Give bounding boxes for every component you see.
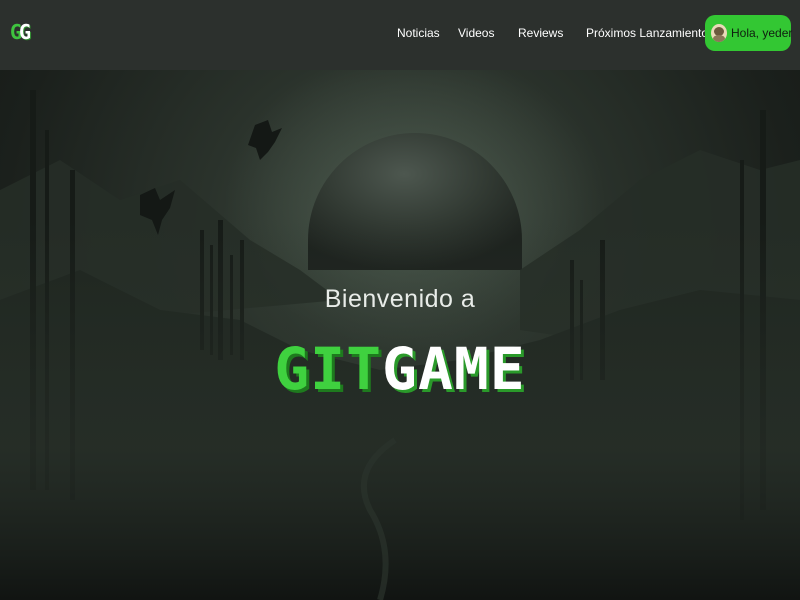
nav-link-reviews[interactable]: Reviews [518, 26, 563, 40]
fog-overlay [0, 220, 800, 600]
nav-link-proximos-lanzamientos[interactable]: Próximos Lanzamientos [586, 26, 714, 40]
hero-title-part2: GAME [382, 335, 526, 403]
nav-link-noticias[interactable]: Noticias [397, 26, 440, 40]
hero-title: GITGAME [0, 334, 800, 404]
hero-subtitle: Bienvenido a [324, 285, 476, 313]
logo-letter-1: G [10, 20, 22, 44]
user-menu-button[interactable]: Hola, yeder [705, 15, 793, 51]
nav-link-videos[interactable]: Videos [458, 26, 494, 40]
hero-banner: Bienvenido a GITGAME [0, 70, 800, 600]
user-greeting: Hola, yeder [731, 26, 793, 40]
logo-letter-2: G [19, 20, 31, 44]
site-logo[interactable]: GG [10, 20, 40, 44]
navbar: GG Noticias Videos Reviews Próximos Lanz… [0, 0, 800, 70]
avatar [711, 24, 727, 42]
hero-title-part1: GIT [274, 335, 383, 403]
